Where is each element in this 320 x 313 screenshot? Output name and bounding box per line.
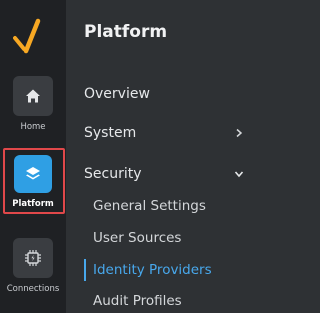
home-icon xyxy=(26,89,40,103)
nav-item-overview[interactable]: Overview xyxy=(84,82,244,106)
panel-title: Platform xyxy=(84,22,168,42)
platform-nav-panel: Platform Overview System Security Genera… xyxy=(66,0,259,313)
subnav-item-user-sources[interactable]: User Sources xyxy=(84,227,254,249)
rail-item-home[interactable]: Home xyxy=(0,76,66,132)
rail-label-home: Home xyxy=(20,122,46,132)
home-tile[interactable] xyxy=(13,76,53,116)
app-window: Home Platform Connections Platform Overv… xyxy=(0,0,259,313)
chip-icon xyxy=(25,250,41,266)
subnav-item-label: Identity Providers xyxy=(93,262,212,278)
icon-rail: Home Platform Connections xyxy=(0,0,66,313)
nav-item-label: System xyxy=(84,125,137,141)
selection-highlight xyxy=(3,148,65,214)
rail-label-connections: Connections xyxy=(6,284,60,294)
subnav-item-label: General Settings xyxy=(93,198,206,214)
subnav-item-identity-providers[interactable]: Identity Providers xyxy=(84,259,254,281)
nav-item-security[interactable]: Security xyxy=(84,162,244,186)
nav-item-system[interactable]: System xyxy=(84,121,244,145)
nav-item-label: Overview xyxy=(84,86,150,102)
rail-item-connections[interactable]: Connections xyxy=(0,238,66,294)
logo-icon xyxy=(13,18,41,54)
rail-item-platform[interactable]: Platform xyxy=(0,148,66,214)
subnav-item-label: User Sources xyxy=(93,230,182,246)
subnav-item-label: Audit Profiles xyxy=(93,293,182,309)
chevron-right-icon xyxy=(236,128,243,138)
subnav-item-general-settings[interactable]: General Settings xyxy=(84,195,254,217)
nav-item-label: Security xyxy=(84,166,142,182)
chevron-down-icon xyxy=(234,171,244,178)
subnav-item-audit-profiles[interactable]: Audit Profiles xyxy=(84,290,254,312)
connections-tile[interactable] xyxy=(13,238,53,278)
